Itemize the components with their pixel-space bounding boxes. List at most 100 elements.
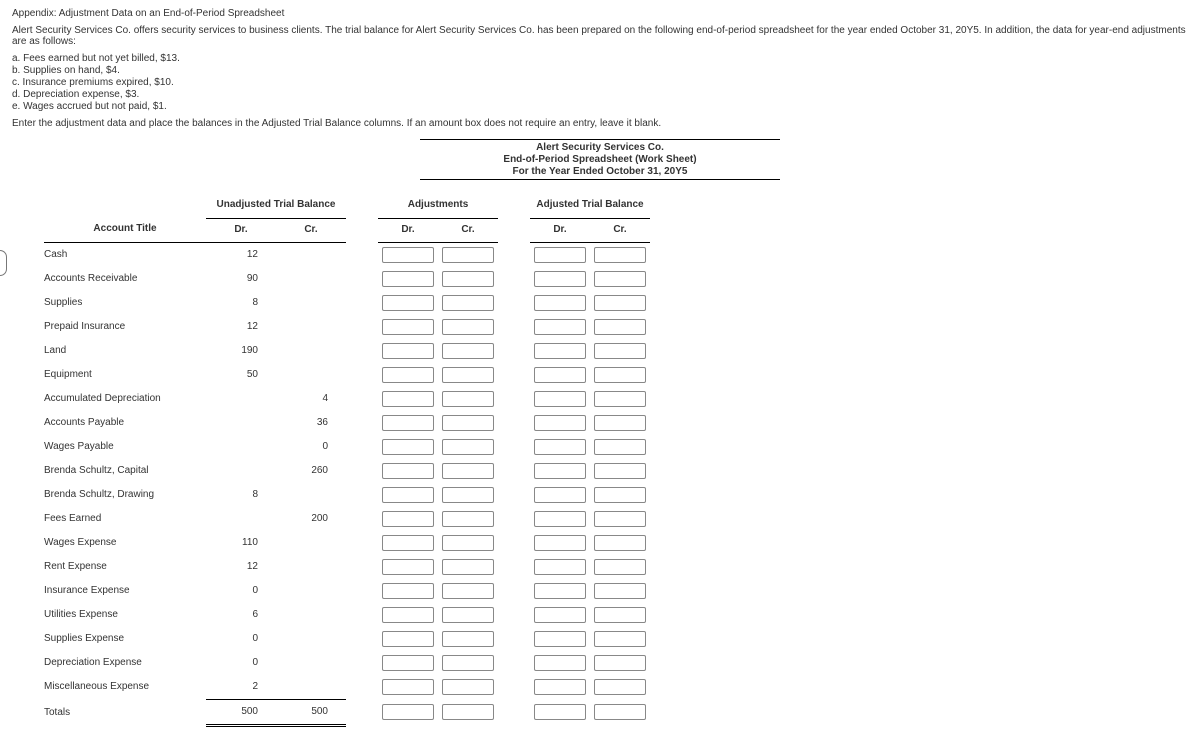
adj-dr-input[interactable] <box>382 655 434 671</box>
adj-dr-input[interactable] <box>382 511 434 527</box>
utb-cr: 0 <box>276 435 346 459</box>
adj-cr-input[interactable] <box>442 439 494 455</box>
adj-cr-input[interactable] <box>442 655 494 671</box>
col-utb-cr: Cr. <box>276 218 346 242</box>
utb-cr <box>276 363 346 387</box>
utb-cr <box>276 267 346 291</box>
atb-dr-input[interactable] <box>534 559 586 575</box>
atb-cr-input[interactable] <box>594 511 646 527</box>
atb-dr-input[interactable] <box>534 631 586 647</box>
table-row: Utilities Expense6 <box>12 603 650 627</box>
adj-dr-input[interactable] <box>382 415 434 431</box>
utb-dr: 90 <box>206 267 276 291</box>
atb-dr-input[interactable] <box>534 679 586 695</box>
account-title: Cash <box>44 242 206 267</box>
adj-cr-input[interactable] <box>442 679 494 695</box>
account-title: Equipment <box>44 363 206 387</box>
atb-cr-input[interactable] <box>594 463 646 479</box>
atb-dr-input[interactable] <box>534 511 586 527</box>
totals-adj-dr-input[interactable] <box>382 704 434 720</box>
atb-cr-input[interactable] <box>594 631 646 647</box>
adj-dr-input[interactable] <box>382 391 434 407</box>
adj-dr-input[interactable] <box>382 463 434 479</box>
atb-cr-input[interactable] <box>594 343 646 359</box>
atb-dr-input[interactable] <box>534 439 586 455</box>
atb-cr-input[interactable] <box>594 367 646 383</box>
adj-dr-input[interactable] <box>382 583 434 599</box>
atb-dr-input[interactable] <box>534 271 586 287</box>
atb-cr-input[interactable] <box>594 535 646 551</box>
adj-cr-input[interactable] <box>442 415 494 431</box>
totals-atb-dr-input[interactable] <box>534 704 586 720</box>
adj-cr-input[interactable] <box>442 343 494 359</box>
adj-cr-input[interactable] <box>442 271 494 287</box>
utb-dr: 12 <box>206 242 276 267</box>
atb-cr-input[interactable] <box>594 583 646 599</box>
atb-dr-input[interactable] <box>534 295 586 311</box>
atb-dr-input[interactable] <box>534 655 586 671</box>
adj-dr-input[interactable] <box>382 607 434 623</box>
atb-dr-input[interactable] <box>534 463 586 479</box>
atb-cr-input[interactable] <box>594 655 646 671</box>
atb-dr-input[interactable] <box>534 367 586 383</box>
atb-cr-input[interactable] <box>594 607 646 623</box>
adj-dr-input[interactable] <box>382 631 434 647</box>
adj-cr-input[interactable] <box>442 487 494 503</box>
adj-cr-input[interactable] <box>442 535 494 551</box>
totals-adj-cr-input[interactable] <box>442 704 494 720</box>
adj-dr-input[interactable] <box>382 271 434 287</box>
adj-cr-input[interactable] <box>442 247 494 263</box>
adj-dr-input[interactable] <box>382 679 434 695</box>
atb-cr-input[interactable] <box>594 247 646 263</box>
atb-cr-input[interactable] <box>594 391 646 407</box>
adj-dr-input[interactable] <box>382 247 434 263</box>
atb-dr-input[interactable] <box>534 247 586 263</box>
table-row: Accounts Receivable90 <box>12 267 650 291</box>
atb-dr-input[interactable] <box>534 535 586 551</box>
atb-cr-input[interactable] <box>594 559 646 575</box>
adj-cr-input[interactable] <box>442 391 494 407</box>
adj-dr-input[interactable] <box>382 367 434 383</box>
atb-dr-input[interactable] <box>534 343 586 359</box>
atb-dr-input[interactable] <box>534 607 586 623</box>
atb-dr-input[interactable] <box>534 583 586 599</box>
adj-dr-input[interactable] <box>382 535 434 551</box>
adj-cr-input[interactable] <box>442 367 494 383</box>
atb-cr-input[interactable] <box>594 439 646 455</box>
adj-dr-input[interactable] <box>382 559 434 575</box>
atb-cr-input[interactable] <box>594 487 646 503</box>
adj-cr-input[interactable] <box>442 319 494 335</box>
adj-dr-input[interactable] <box>382 487 434 503</box>
atb-cr-input[interactable] <box>594 415 646 431</box>
atb-cr-input[interactable] <box>594 679 646 695</box>
utb-dr: 12 <box>206 555 276 579</box>
adj-dr-input[interactable] <box>382 343 434 359</box>
utb-dr: 110 <box>206 531 276 555</box>
atb-cr-input[interactable] <box>594 271 646 287</box>
adj-dr-input[interactable] <box>382 319 434 335</box>
drag-handle[interactable] <box>0 250 7 276</box>
atb-cr-input[interactable] <box>594 319 646 335</box>
adj-cr-input[interactable] <box>442 583 494 599</box>
utb-dr <box>206 387 276 411</box>
adj-a: a. Fees earned but not yet billed, $13. <box>12 53 1188 64</box>
adj-cr-input[interactable] <box>442 559 494 575</box>
atb-cr-input[interactable] <box>594 295 646 311</box>
utb-cr <box>276 531 346 555</box>
totals-atb-cr-input[interactable] <box>594 704 646 720</box>
atb-dr-input[interactable] <box>534 415 586 431</box>
adj-cr-input[interactable] <box>442 463 494 479</box>
atb-dr-input[interactable] <box>534 487 586 503</box>
account-title: Prepaid Insurance <box>44 315 206 339</box>
atb-dr-input[interactable] <box>534 391 586 407</box>
atb-dr-input[interactable] <box>534 319 586 335</box>
adj-cr-input[interactable] <box>442 631 494 647</box>
adj-cr-input[interactable] <box>442 295 494 311</box>
adj-cr-input[interactable] <box>442 607 494 623</box>
totals-utb-cr: 500 <box>276 699 346 725</box>
utb-dr <box>206 411 276 435</box>
page-title: Appendix: Adjustment Data on an End-of-P… <box>12 8 1188 19</box>
adj-cr-input[interactable] <box>442 511 494 527</box>
adj-dr-input[interactable] <box>382 439 434 455</box>
adj-dr-input[interactable] <box>382 295 434 311</box>
